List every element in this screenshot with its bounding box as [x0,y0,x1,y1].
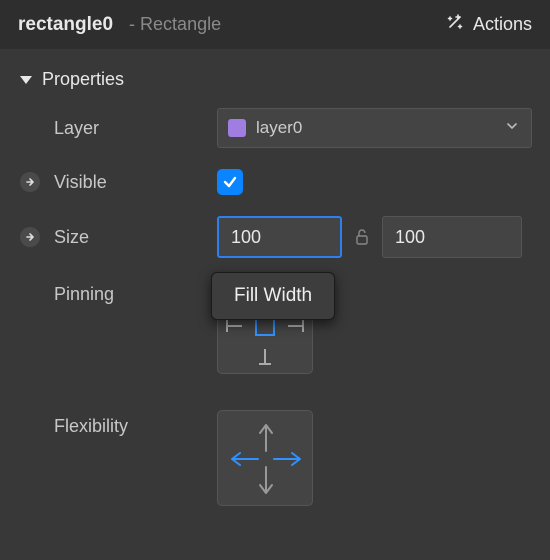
pin-bottom-icon [264,349,266,365]
magic-wand-icon [445,12,465,37]
size-link-button[interactable] [18,227,42,247]
actions-button[interactable]: Actions [445,12,532,37]
flexibility-editor[interactable] [217,410,313,506]
layer-row: Layer layer0 [0,98,550,158]
layer-selected-name: layer0 [256,118,302,138]
visible-value [217,169,532,195]
size-value [217,216,532,258]
properties-section-header[interactable]: Properties [0,49,550,98]
section-title: Properties [42,69,124,90]
link-arrow-icon [20,172,40,192]
checkmark-icon [221,173,239,191]
actions-label: Actions [473,14,532,35]
pinning-wrap: Fill Width [217,278,313,374]
tooltip-text: Fill Width [234,285,312,306]
layer-value: layer0 [217,108,532,148]
object-name: rectangle0 [18,14,113,36]
height-input[interactable] [382,216,522,258]
flexibility-arrows-icon [218,411,314,507]
visible-checkbox[interactable] [217,169,243,195]
link-arrow-icon [20,227,40,247]
pinning-value: Fill Width [217,278,532,374]
pin-left-icon [226,325,242,327]
pinning-row: Pinning Fill Width [0,268,550,384]
flexibility-row: Flexibility [0,384,550,516]
tooltip: Fill Width [211,272,335,320]
pinning-label: Pinning [42,278,217,305]
width-input[interactable] [217,216,342,258]
flexibility-label: Flexibility [42,410,217,437]
disclosure-triangle-icon [20,76,32,84]
inspector-header: rectangle0 - Rectangle Actions [0,0,550,49]
chevron-down-icon [505,118,519,138]
flexibility-value [217,410,532,506]
size-row: Size [0,206,550,268]
layer-label: Layer [42,118,217,139]
visible-label: Visible [42,172,217,193]
layer-select[interactable]: layer0 [217,108,532,148]
lock-icon[interactable] [350,228,374,246]
pin-right-icon [288,325,304,327]
visible-link-button[interactable] [18,172,42,192]
object-type: - Rectangle [129,14,221,35]
size-label: Size [42,227,217,248]
layer-color-swatch [228,119,246,137]
visible-row: Visible [0,158,550,206]
header-left: rectangle0 - Rectangle [18,14,221,36]
